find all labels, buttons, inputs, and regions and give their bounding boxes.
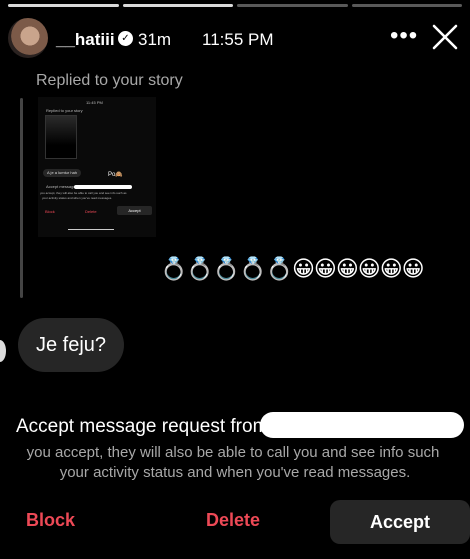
screenshot-message: A je a lumtur hah (43, 169, 82, 177)
screenshot-block: Block (45, 209, 55, 214)
sender-avatar (0, 340, 6, 362)
progress-segment (122, 4, 233, 7)
timestamp: 11:55 PM (202, 30, 274, 49)
delete-button[interactable]: Delete (206, 510, 260, 531)
progress-segment (237, 4, 348, 7)
screenshot-home-indicator (68, 229, 114, 230)
close-icon[interactable] (428, 20, 462, 54)
screenshot-request-desc-1: you accept, they will also be able to ca… (40, 191, 127, 195)
request-description: you accept, they will also be able to ca… (0, 443, 470, 483)
profile-avatar[interactable] (8, 18, 48, 58)
emoji-reaction: 💍💍💍💍💍😀😀😀😀😀😀 (160, 256, 425, 281)
request-title: Accept message request from (16, 416, 269, 437)
screenshot-redaction (74, 185, 132, 189)
username[interactable]: __hatiii (56, 30, 115, 50)
progress-segment (8, 4, 119, 7)
story-progress (8, 4, 462, 7)
request-desc-line2: your activity status and when you've rea… (59, 464, 411, 481)
screenshot-replied-label: Replied to your story (46, 108, 83, 113)
screenshot-story-photo (45, 115, 77, 159)
reply-indicator-bar (20, 98, 23, 298)
request-desc-line1: you accept, they will also be able to ca… (26, 444, 440, 461)
accept-button[interactable]: Accept (330, 500, 470, 544)
screenshot-accept: Accept (117, 206, 152, 215)
block-button[interactable]: Block (26, 510, 75, 531)
verified-badge-icon: ✓ (118, 31, 133, 46)
screenshot-delete: Delete (85, 209, 97, 214)
screenshot-time: 11:45 PM (86, 100, 103, 105)
progress-segment (351, 4, 462, 7)
more-icon[interactable]: ••• (390, 22, 418, 50)
screenshot-request-desc-2: your activity status and when you've rea… (42, 196, 113, 200)
redaction-bar (260, 412, 464, 438)
replied-label: Replied to your story (36, 72, 183, 89)
post-age: 31m (138, 30, 172, 49)
screenshot-emoji-text: Po🙈 (108, 172, 123, 178)
message-bubble[interactable]: Je feju? (18, 318, 124, 372)
story-screenshot[interactable]: 11:45 PM Replied to your story A je a lu… (38, 97, 156, 237)
